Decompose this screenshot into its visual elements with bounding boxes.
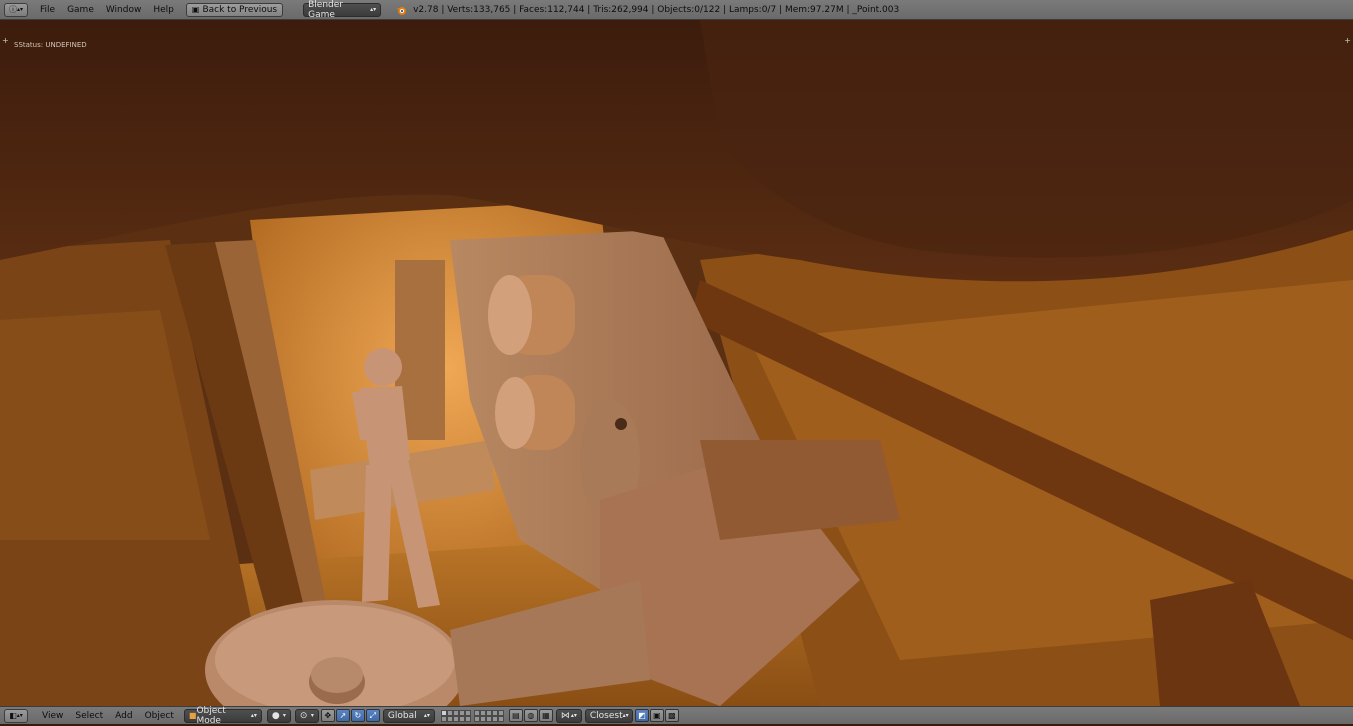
3d-view-icon: ◧ [9, 711, 17, 720]
layer-buttons-group-1[interactable] [440, 709, 471, 722]
layer-lock-icon[interactable]: ▤ [508, 709, 523, 722]
menu-game[interactable]: Game [61, 5, 100, 15]
interaction-mode-select[interactable]: ■ Object Mode ▴▾ [183, 705, 262, 726]
interaction-mode-value: Object Mode [196, 705, 226, 726]
menu-help[interactable]: Help [147, 5, 180, 15]
screen-icon: ▣ [191, 5, 200, 14]
updown-arrow-icon: ▴▾ [622, 712, 629, 719]
snap-magnet-icon: ⋈ [560, 710, 570, 721]
viewport-status-text: SStatus: UNDEFINED [14, 41, 87, 49]
opengl-animation-icon[interactable]: ▩ [664, 709, 679, 722]
viewport-shading-select[interactable]: ● ▾ [266, 708, 291, 723]
render-engine-value: Blender Game [308, 0, 343, 20]
region-expand-left-icon[interactable]: + [2, 36, 9, 45]
menu-view[interactable]: View [36, 711, 69, 721]
menu-select[interactable]: Select [69, 711, 109, 721]
editor-type-button-3d[interactable]: ◧ ▴▾ [4, 708, 28, 723]
info-icon: ⓘ [8, 5, 17, 14]
top-header: ⓘ ▴▾ File Game Window Help ▣ Back to Prev… [0, 0, 1353, 20]
snap-target-select[interactable]: Closest ▴▾ [584, 708, 633, 723]
updown-arrow-icon: ▴▾ [250, 712, 257, 719]
translate-manipulator-icon[interactable]: ↗ [335, 709, 350, 722]
manipulator-toggle-icon[interactable]: ✥ [320, 709, 335, 722]
game-scene-render [0, 20, 1353, 706]
layer-buttons-group-2[interactable] [473, 709, 504, 722]
pivot-icon: ⊙ [299, 710, 308, 721]
menu-file[interactable]: File [34, 5, 61, 15]
render-engine-select[interactable]: Blender Game ▴▾ [303, 0, 382, 20]
shading-sphere-icon: ● [271, 710, 280, 721]
snap-align-rotation-icon[interactable]: ◩ [634, 709, 649, 722]
render-only-icon[interactable]: ◍ [523, 709, 538, 722]
menu-object[interactable]: Object [139, 711, 180, 721]
pivot-point-select[interactable]: ⊙ ▾ [294, 708, 319, 723]
scale-manipulator-icon[interactable]: ⤢ [365, 709, 380, 722]
opengl-render-icon[interactable]: ▣ [649, 709, 664, 722]
updown-arrow-icon: ▴▾ [423, 712, 430, 719]
menu-add[interactable]: Add [109, 711, 138, 721]
scene-statistics: v2.78 | Verts:133,765 | Faces:112,744 | … [413, 4, 900, 15]
rotate-manipulator-icon[interactable]: ↻ [350, 709, 365, 722]
updown-arrow-icon: ▴▾ [370, 6, 377, 13]
snap-target-value: Closest [589, 710, 623, 721]
blender-logo-icon [396, 6, 407, 15]
editor-type-button[interactable]: ⓘ ▴▾ [4, 2, 28, 17]
occlude-geometry-icon[interactable]: ▦ [538, 709, 553, 722]
transform-orientation-select[interactable]: Global ▴▾ [382, 708, 435, 723]
3d-viewport[interactable]: SStatus: UNDEFINED + + [0, 20, 1353, 706]
region-expand-right-icon[interactable]: + [1344, 36, 1351, 45]
transform-orientation-value: Global [387, 710, 417, 721]
back-to-previous-label: Back to Previous [202, 4, 278, 15]
snap-element-select[interactable]: ⋈ ▴▾ [555, 708, 582, 723]
back-to-previous-button[interactable]: ▣ Back to Previous [185, 2, 284, 17]
object-mode-icon: ■ [188, 711, 197, 720]
viewport-header: ◧ ▴▾ View Select Add Object ■ Object Mode… [0, 705, 1353, 726]
menu-window[interactable]: Window [100, 5, 148, 15]
